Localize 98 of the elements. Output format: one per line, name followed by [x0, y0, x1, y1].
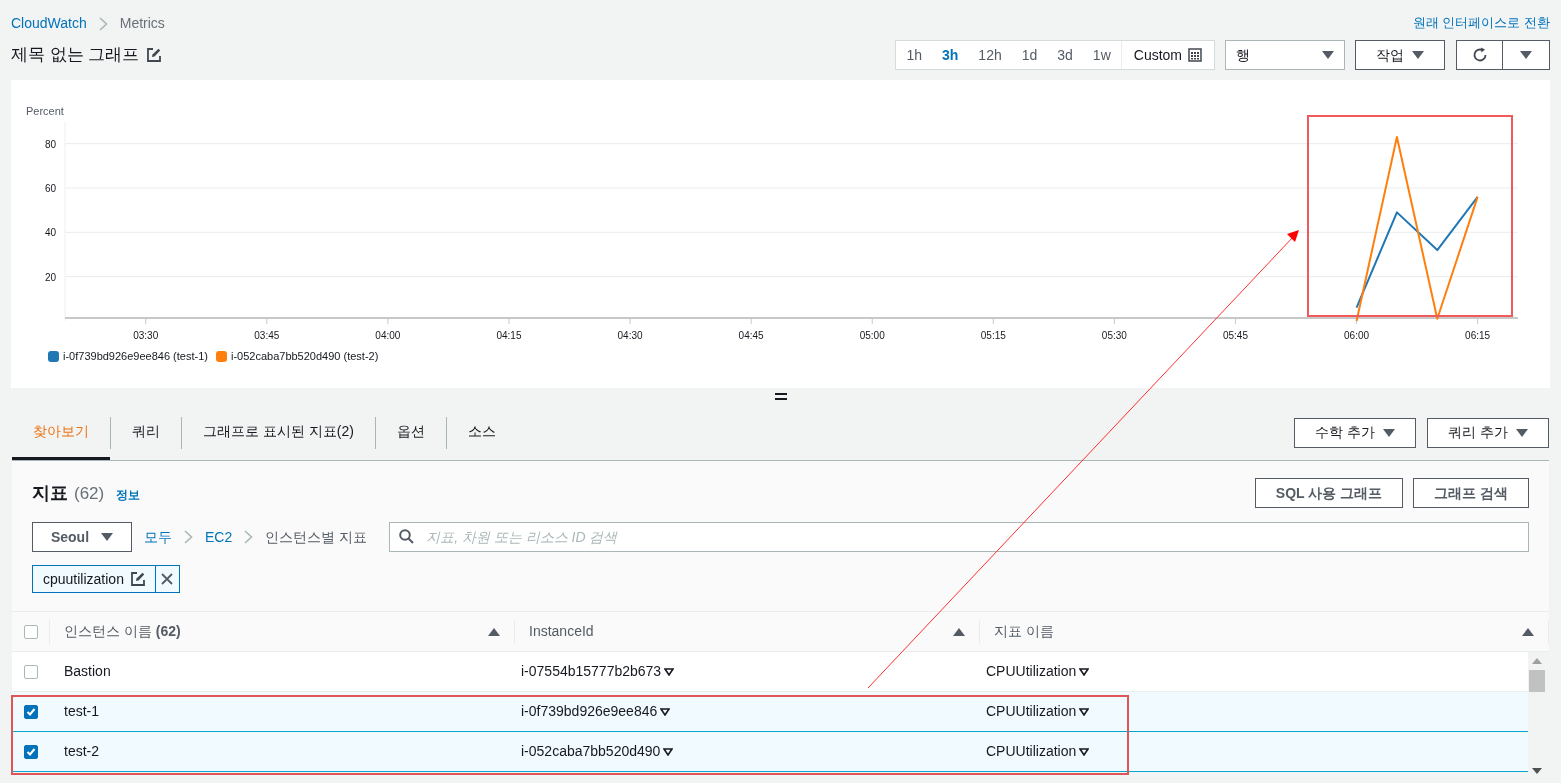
graph-search-button[interactable]: 그래프 검색	[1413, 478, 1529, 508]
chevron-right-icon	[244, 530, 254, 544]
legend-label: i-0f739bd926e9ee846 (test-1)	[63, 349, 208, 364]
column-header[interactable]: InstanceId	[529, 621, 594, 642]
caret-icon	[1382, 428, 1395, 437]
caret-icon	[1515, 428, 1528, 437]
sort-icon[interactable]	[953, 627, 965, 636]
table-cell-text: test-2	[64, 742, 99, 761]
edit-icon[interactable]	[147, 48, 162, 62]
time-range-option[interactable]: 3h	[932, 41, 969, 69]
refresh-icon	[1471, 47, 1488, 63]
caret-icon[interactable]	[1079, 707, 1090, 716]
checkbox[interactable]	[24, 744, 38, 759]
time-range-option[interactable]: 1d	[1011, 41, 1048, 69]
table-cell-text: CPUUtilization	[986, 742, 1077, 761]
table-cell-text: test-1	[64, 702, 99, 721]
close-icon	[161, 573, 174, 585]
table-cell-text: i-0f739bd926e9ee846	[521, 702, 658, 721]
axis-tick-label: 06:15	[1465, 330, 1491, 341]
legend-label: i-052caba7bb520d490 (test-2)	[230, 349, 379, 364]
time-range-option[interactable]: 12h	[968, 41, 1012, 69]
time-range-option[interactable]: 1h	[896, 41, 932, 69]
time-range-option[interactable]: 1w	[1082, 41, 1121, 69]
actions-button[interactable]: 작업	[1355, 40, 1445, 70]
table-row[interactable]: test-1 i-0f739bd926e9ee846 CPUUtilization	[12, 692, 1528, 732]
refresh-button[interactable]	[1456, 40, 1503, 70]
breadcrumb-link[interactable]: CloudWatch	[11, 13, 87, 34]
tab[interactable]: 옵션	[375, 405, 446, 460]
checkbox[interactable]	[24, 704, 38, 719]
caret-icon[interactable]	[660, 707, 671, 716]
scroll-thumb[interactable]	[1529, 670, 1545, 692]
time-range-option[interactable]: 3d	[1047, 41, 1083, 69]
axis-tick-label: 20	[44, 271, 56, 283]
region-select[interactable]: Seoul	[32, 522, 132, 552]
axis-tick-label: 03:30	[133, 330, 159, 341]
column-header[interactable]: 지표 이름	[994, 621, 1054, 642]
search-field[interactable]: 지표, 차원 또는 리소스 ID 검색	[389, 522, 1529, 552]
column-header[interactable]: 인스턴스 이름 (62)	[64, 621, 181, 642]
add-math-button[interactable]: 수학 추가	[1294, 417, 1416, 448]
chevron-right-icon	[184, 530, 193, 544]
tab[interactable]: 쿼리	[111, 405, 181, 460]
axis-tick-label: 06:00	[1344, 330, 1370, 341]
chevron-right-icon	[98, 16, 108, 31]
caret-icon[interactable]	[663, 747, 674, 756]
axis-tick-label: 04:45	[738, 330, 764, 341]
refresh-options-button[interactable]	[1503, 40, 1550, 70]
checkbox[interactable]	[23, 624, 38, 639]
edit-icon[interactable]	[130, 572, 145, 586]
axis-tick-label: 05:00	[859, 330, 885, 341]
sort-icon[interactable]	[488, 627, 500, 636]
caret-icon[interactable]	[1079, 667, 1090, 676]
caret-icon	[1520, 51, 1532, 59]
breadcrumb-link[interactable]: 모두	[144, 526, 172, 548]
axis-tick-label: 05:30	[1101, 330, 1127, 341]
info-link[interactable]: 정보	[116, 485, 141, 504]
sql-graph-button[interactable]: SQL 사용 그래프	[1254, 478, 1404, 508]
add-query-button[interactable]: 쿼리 추가	[1427, 417, 1549, 448]
table-cell-text: Bastion	[64, 662, 111, 681]
table-cell-text: i-052caba7bb520d490	[521, 742, 661, 761]
switch-interface-link[interactable]: 원래 인터페이스로 전환	[1412, 13, 1550, 33]
axis-tick-label: 03:45	[254, 330, 280, 341]
axis-tick-label: 04:30	[617, 330, 643, 341]
axis-tick-label: 60	[44, 183, 56, 194]
scrollbar[interactable]	[1528, 656, 1546, 776]
view-select[interactable]: 행	[1225, 40, 1345, 70]
axis-tick-label: 04:00	[375, 330, 401, 341]
table-cell-text: i-07554b15777b2b673	[521, 662, 662, 681]
caret-icon[interactable]	[1079, 747, 1090, 756]
table-cell-text: CPUUtilization	[986, 662, 1077, 681]
item-count: (62)	[74, 482, 105, 505]
axis-label: Percent	[26, 105, 64, 117]
tab[interactable]: 그래프로 표시된 지표(2)	[182, 405, 375, 460]
section-title: 지표	[32, 481, 68, 505]
breadcrumb-current: Metrics	[119, 14, 165, 33]
axis-tick-label: 80	[44, 138, 56, 150]
time-range-option[interactable]: Custom	[1120, 41, 1214, 69]
axis-tick-label: 05:45	[1222, 330, 1248, 341]
caret-icon	[101, 533, 114, 541]
scroll-down-icon[interactable]	[1532, 768, 1542, 774]
filter-token-label: cpuutilization	[33, 566, 155, 592]
axis-tick-label: 05:15	[980, 330, 1006, 341]
caret-icon[interactable]	[664, 667, 675, 676]
tab[interactable]: 소스	[446, 405, 517, 460]
resize-handle[interactable]	[774, 393, 787, 400]
sort-icon[interactable]	[1522, 627, 1534, 636]
caret-icon	[1322, 51, 1334, 59]
axis-tick-label: 04:15	[496, 330, 522, 341]
breadcrumb-link[interactable]: EC2	[205, 526, 233, 548]
table-cell-text: CPUUtilization	[986, 702, 1077, 721]
table-row[interactable]: Bastion i-07554b15777b2b673 CPUUtilization	[12, 652, 1528, 692]
checkbox[interactable]	[24, 664, 38, 679]
breadcrumb-current: 인스턴스별 지표	[265, 527, 368, 547]
search-icon	[399, 529, 415, 544]
calendar-icon	[1188, 48, 1202, 62]
graph-title: 제목 없는 그래프	[11, 44, 140, 67]
caret-icon	[1412, 51, 1424, 59]
axis-tick-label: 40	[44, 227, 56, 239]
table-row[interactable]: test-2 i-052caba7bb520d490 CPUUtilization	[12, 732, 1528, 772]
